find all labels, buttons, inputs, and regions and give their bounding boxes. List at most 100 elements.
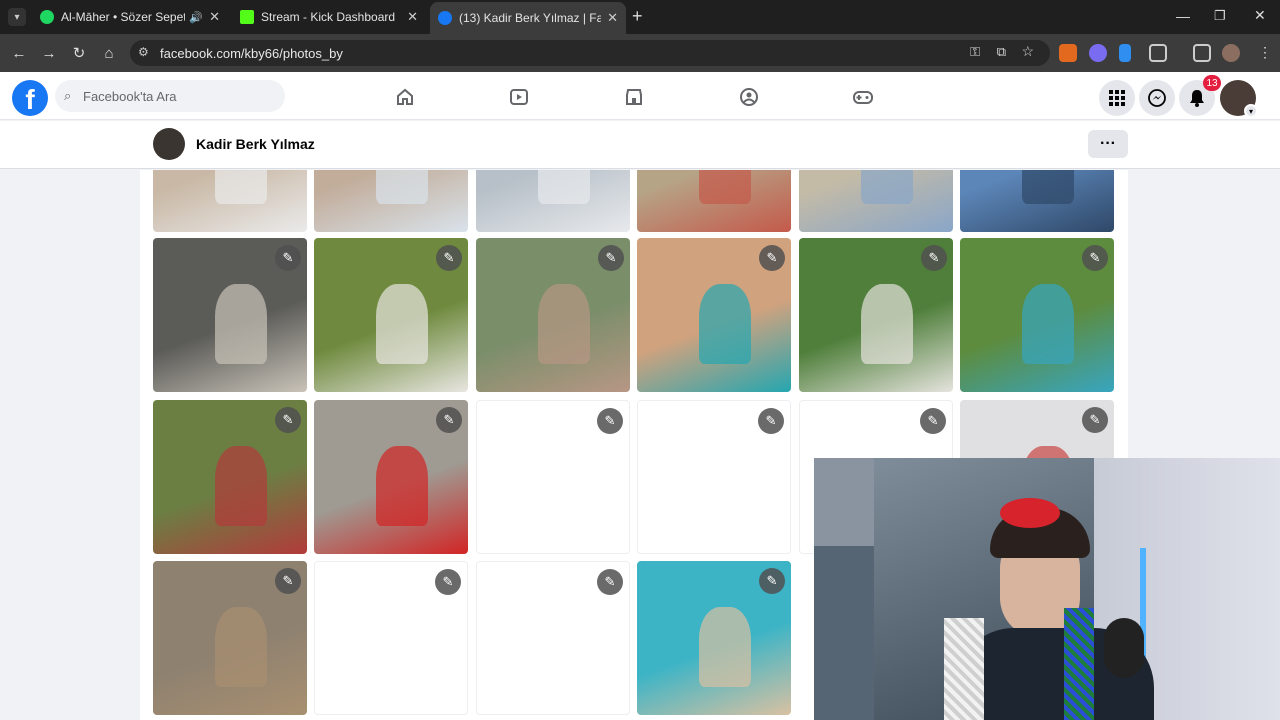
facebook-logo[interactable]: f: [12, 80, 48, 116]
profile-avatar[interactable]: [153, 128, 185, 160]
more-options-button[interactable]: ···: [1088, 130, 1128, 158]
photo-tile[interactable]: ✎: [476, 400, 630, 554]
key-icon[interactable]: ⚿: [970, 44, 980, 60]
webcam-overlay: [814, 458, 1280, 720]
photo-tile[interactable]: [314, 170, 468, 232]
photo-tile[interactable]: ✎: [637, 238, 791, 392]
photo-subject: [375, 284, 428, 365]
logo-letter: f: [25, 84, 35, 115]
edit-pencil-icon[interactable]: ✎: [758, 408, 784, 434]
tab-title: Stream - Kick Dashboard: [261, 10, 396, 24]
back-icon[interactable]: ←: [4, 45, 34, 62]
tab-title: Al-Māher • Sözer Sepetçi, F: [61, 10, 186, 24]
photo-tile[interactable]: ✎: [314, 561, 468, 715]
bookmark-star-icon[interactable]: ☆: [1021, 43, 1034, 60]
extensions-puzzle-icon[interactable]: [1149, 44, 1167, 62]
extension-audio-icon[interactable]: [1119, 44, 1131, 62]
menu-dots-icon[interactable]: ⋮: [1258, 44, 1272, 61]
tab-search-icon[interactable]: ▾: [8, 8, 26, 26]
edit-pencil-icon[interactable]: ✎: [275, 568, 301, 594]
profile-avatar-icon[interactable]: [1222, 44, 1240, 62]
photo-subject: [1021, 170, 1074, 205]
edit-pencil-icon[interactable]: ✎: [275, 245, 301, 271]
photo-tile[interactable]: ✎: [476, 238, 630, 392]
reels-nav-icon[interactable]: [508, 86, 530, 108]
photo-subject: [698, 284, 751, 365]
window-close-icon[interactable]: ✕: [1254, 7, 1266, 24]
grid-icon: [1109, 90, 1125, 106]
tab-kick[interactable]: Stream - Kick Dashboard ✕: [232, 4, 426, 30]
search-placeholder: Facebook'ta Ara: [83, 88, 177, 104]
photo-tile[interactable]: ✎: [799, 238, 953, 392]
photo-tile[interactable]: ✎: [153, 400, 307, 554]
photo-tile[interactable]: ✎: [960, 238, 1114, 392]
home-icon[interactable]: ⌂: [94, 45, 124, 62]
edit-pencil-icon[interactable]: ✎: [920, 408, 946, 434]
tab-spotify[interactable]: Al-Māher • Sözer Sepetçi, F 🔊 ✕: [32, 4, 228, 30]
speaker-icon[interactable]: 🔊: [189, 11, 203, 24]
photo-tile[interactable]: [960, 170, 1114, 232]
tinsel-green: [1064, 608, 1094, 720]
edit-pencil-icon[interactable]: ✎: [597, 408, 623, 434]
photo-tile[interactable]: ✎: [153, 238, 307, 392]
account-avatar[interactable]: ▾: [1220, 80, 1258, 118]
groups-nav-icon[interactable]: [738, 86, 760, 108]
photo-subject: [860, 284, 913, 365]
edit-pencil-icon[interactable]: ✎: [759, 245, 785, 271]
marketplace-nav-icon[interactable]: [623, 86, 645, 108]
notification-badge: 13: [1203, 75, 1221, 91]
edit-pencil-icon[interactable]: ✎: [436, 407, 462, 433]
edit-pencil-icon[interactable]: ✎: [759, 568, 785, 594]
facebook-icon: [438, 11, 452, 25]
edit-pencil-icon[interactable]: ✎: [436, 245, 462, 271]
photo-tile[interactable]: ✎: [153, 561, 307, 715]
search-input[interactable]: ⌕ Facebook'ta Ara: [55, 80, 285, 112]
tab-title: (13) Kadir Berk Yılmaz | Faceboo: [459, 11, 602, 25]
site-info-icon[interactable]: ⚙: [138, 45, 149, 59]
minimize-icon[interactable]: —: [1176, 8, 1190, 24]
forward-icon[interactable]: →: [34, 45, 64, 62]
photo-subject: [698, 170, 751, 205]
edit-pencil-icon[interactable]: ✎: [921, 245, 947, 271]
search-icon: ⌕: [64, 88, 72, 103]
edit-pencil-icon[interactable]: ✎: [598, 245, 624, 271]
messenger-icon: [1148, 89, 1166, 107]
install-icon[interactable]: ⧉: [997, 44, 1006, 60]
photo-tile[interactable]: ✎: [637, 561, 791, 715]
maximize-icon[interactable]: ❐: [1214, 8, 1226, 24]
photo-tile[interactable]: ✎: [476, 561, 630, 715]
photo-tile[interactable]: [153, 170, 307, 232]
photo-tile[interactable]: [799, 170, 953, 232]
browser-tab-strip: ▾ Al-Māher • Sözer Sepetçi, F 🔊 ✕ Stream…: [0, 0, 1280, 34]
close-tab-icon[interactable]: ✕: [607, 10, 618, 26]
extension-fox-icon[interactable]: [1059, 44, 1077, 62]
edit-pencil-icon[interactable]: ✎: [597, 569, 623, 595]
url-field[interactable]: ⚙ facebook.com/kby66/photos_by ⚿ ⧉ ☆: [130, 40, 1050, 66]
gaming-nav-icon[interactable]: [852, 86, 874, 108]
photo-tile[interactable]: ✎: [314, 400, 468, 554]
edit-pencil-icon[interactable]: ✎: [435, 569, 461, 595]
messenger-button[interactable]: [1139, 80, 1175, 116]
photo-tile[interactable]: [476, 170, 630, 232]
edit-pencil-icon[interactable]: ✎: [1082, 245, 1108, 271]
close-tab-icon[interactable]: ✕: [407, 9, 418, 25]
home-nav-icon[interactable]: [394, 86, 416, 108]
reload-icon[interactable]: ↻: [64, 44, 94, 62]
media-control-icon[interactable]: [1193, 44, 1211, 62]
tinsel-white: [944, 618, 984, 720]
photo-subject: [537, 284, 590, 365]
photo-tile[interactable]: ✎: [314, 238, 468, 392]
extension-game-icon[interactable]: [1089, 44, 1107, 62]
photo-tile[interactable]: ✎: [637, 400, 791, 554]
photo-tile[interactable]: [637, 170, 791, 232]
new-tab-button[interactable]: +: [632, 6, 643, 27]
bell-icon: [1190, 90, 1204, 107]
profile-name[interactable]: Kadir Berk Yılmaz: [196, 136, 315, 152]
photo-subject: [214, 446, 267, 527]
tab-facebook[interactable]: (13) Kadir Berk Yılmaz | Faceboo ✕: [430, 2, 626, 34]
edit-pencil-icon[interactable]: ✎: [275, 407, 301, 433]
close-tab-icon[interactable]: ✕: [209, 9, 220, 25]
microphone: [1104, 618, 1144, 678]
menu-grid-button[interactable]: [1099, 80, 1135, 116]
edit-pencil-icon[interactable]: ✎: [1082, 407, 1108, 433]
